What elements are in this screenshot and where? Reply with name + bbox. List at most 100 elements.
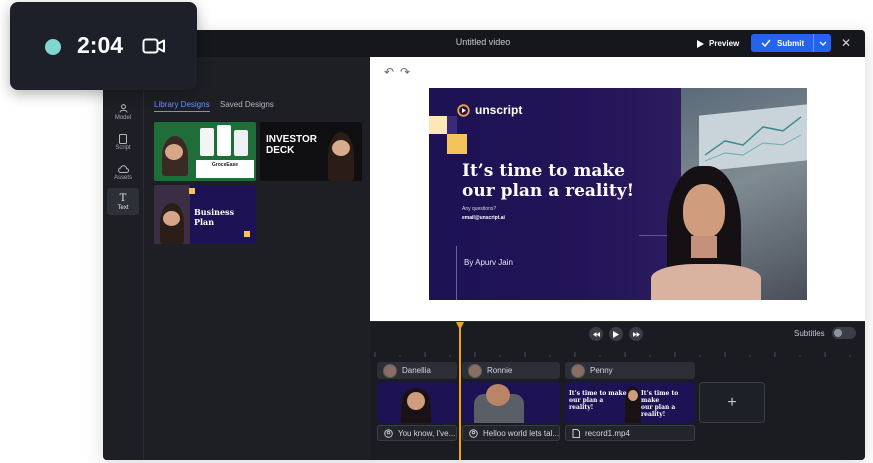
- decor-square: [447, 116, 457, 134]
- clip-caption-text: Helloo world lets tal...: [482, 428, 559, 438]
- byline-text: By Apurv Jain: [464, 258, 513, 267]
- clip-caption-danellia[interactable]: You know, I've...: [377, 425, 457, 441]
- rail-label-script: Script: [115, 145, 131, 151]
- phone-mockup: [217, 125, 231, 156]
- rail-item-model[interactable]: Model: [107, 99, 139, 125]
- thumb-title: GroceEase: [211, 162, 239, 168]
- clip-caption-text: record1.mp4: [585, 428, 630, 438]
- logo-square: [189, 188, 195, 194]
- slide-preview[interactable]: unscript It’s time to make our plan a re…: [429, 88, 807, 300]
- email-text: email@unscript.ai: [462, 215, 505, 221]
- brand-logo: unscript: [457, 103, 522, 117]
- thumb-title: Business Plan: [194, 207, 235, 227]
- avatar: [468, 363, 482, 378]
- design-thumb-grocerease[interactable]: GroceEase: [154, 122, 256, 181]
- headline-line-1: It’s time to make: [569, 390, 627, 397]
- headline-line-2: our plan a reality!: [641, 404, 676, 418]
- submit-dropdown-button[interactable]: [814, 41, 831, 46]
- play-icon: [613, 330, 619, 338]
- clip-name: Danellia: [402, 366, 431, 375]
- fast-forward-icon: [632, 331, 640, 337]
- close-icon[interactable]: ✕: [841, 36, 851, 50]
- logo-square: [244, 231, 250, 237]
- rewind-icon: [592, 331, 600, 337]
- rail-label-assets: Assets: [113, 175, 132, 181]
- clip-header-danellia[interactable]: Danellia: [377, 362, 457, 379]
- video-camera-icon[interactable]: [142, 37, 166, 55]
- presenter-face: [332, 140, 350, 156]
- redo-icon[interactable]: ↷: [400, 65, 410, 79]
- headline-line-2: our plan a reality!: [462, 181, 635, 201]
- monitor-screen: [699, 104, 807, 172]
- presenter-face: [486, 384, 510, 406]
- canvas-area: ↶ ↷ unscript It’s time to make our plan …: [370, 57, 865, 321]
- person-circle-icon: [469, 428, 478, 438]
- clip-caption-ronnie[interactable]: Helloo world lets tal...: [462, 425, 560, 441]
- questions-text: Any questions?: [462, 206, 497, 212]
- clip-thumbnail-penny[interactable]: It’s time to make our plan a reality! It…: [565, 382, 695, 423]
- clip-thumbnail-ronnie[interactable]: [462, 382, 560, 423]
- presenter-face: [628, 390, 638, 401]
- presenter-shoulders: [651, 264, 761, 300]
- clip-thumb-headline: It’s time to make our plan a reality!: [641, 390, 693, 418]
- phone-mockup: [200, 128, 214, 156]
- slide-headline: It’s time to make our plan a reality!: [462, 161, 682, 201]
- design-thumb-business-plan[interactable]: Business Plan: [154, 185, 256, 244]
- headline-line-1: It’s time to make: [462, 161, 625, 181]
- play-button[interactable]: [609, 327, 623, 341]
- divider: [456, 246, 457, 300]
- rail-item-script[interactable]: Script: [107, 129, 139, 155]
- file-icon: [572, 428, 580, 438]
- timeline: Subtitles Danellia Ronnie Penny It’s tim…: [370, 321, 865, 460]
- clip-header-ronnie[interactable]: Ronnie: [462, 362, 560, 379]
- recording-time: 2:04: [77, 32, 124, 58]
- clip-caption-text: You know, I've...: [398, 428, 456, 438]
- undo-icon[interactable]: ↶: [384, 65, 394, 79]
- clip-thumb-headline: It’s time to make our plan a reality!: [569, 390, 627, 411]
- plus-icon: +: [727, 393, 737, 411]
- tool-rail: Model Script Assets T Text: [103, 57, 144, 460]
- document-title[interactable]: Untitled video: [403, 37, 563, 47]
- headline-line-1: It’s time to make: [641, 390, 679, 404]
- fast-forward-button[interactable]: [629, 327, 643, 341]
- playhead-line[interactable]: [459, 322, 461, 460]
- check-icon: [761, 39, 771, 47]
- toggle-knob: [834, 329, 842, 337]
- rail-item-assets[interactable]: Assets: [107, 159, 139, 185]
- rail-item-text[interactable]: T Text: [107, 188, 139, 215]
- cloud-upload-icon: [117, 163, 129, 174]
- designs-panel: gn Library Designs Saved Designs GroceEa…: [144, 57, 370, 460]
- clip-caption-penny[interactable]: record1.mp4: [565, 425, 695, 441]
- add-clip-button[interactable]: +: [699, 382, 765, 423]
- phone-mockup: [234, 130, 248, 156]
- avatar: [383, 363, 397, 378]
- presenter-face: [407, 392, 425, 410]
- rail-label-model: Model: [114, 115, 132, 121]
- subtitles-label: Subtitles: [794, 329, 825, 338]
- preview-button[interactable]: Preview: [697, 36, 739, 51]
- clip-thumbnail-danellia[interactable]: [377, 382, 457, 423]
- submit-button[interactable]: Submit: [751, 34, 831, 52]
- subtitles-toggle[interactable]: [832, 327, 856, 339]
- person-icon: [119, 103, 128, 114]
- thumb-caption-box: GroceEase: [196, 160, 254, 178]
- tab-saved-designs[interactable]: Saved Designs: [220, 100, 274, 109]
- rewind-button[interactable]: [589, 327, 603, 341]
- time-ruler: [374, 352, 851, 357]
- submit-label: Submit: [777, 38, 805, 48]
- playhead-handle[interactable]: [456, 322, 464, 330]
- person-circle-icon: [384, 428, 393, 438]
- monitor-chart: [704, 116, 802, 162]
- clip-header-penny[interactable]: Penny: [565, 362, 695, 379]
- tab-library-designs[interactable]: Library Designs: [154, 100, 210, 112]
- design-thumb-investor-deck[interactable]: INVESTOR DECK: [260, 122, 362, 181]
- headline-line-2: our plan a reality!: [569, 397, 604, 411]
- presenter-face: [165, 144, 183, 160]
- presenter-neck: [691, 236, 717, 258]
- decor-square: [447, 134, 467, 154]
- decor-square: [429, 116, 447, 134]
- clip-name: Penny: [590, 366, 613, 375]
- presenter-face: [163, 211, 180, 226]
- clip-name: Ronnie: [487, 366, 513, 375]
- playback-controls: [589, 327, 643, 341]
